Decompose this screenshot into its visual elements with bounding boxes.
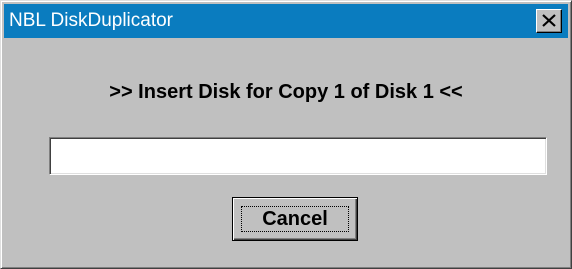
cancel-button[interactable]: Cancel <box>232 197 358 241</box>
copy-progress-bar <box>49 137 547 175</box>
close-icon <box>542 14 556 27</box>
insert-disk-prompt: >> Insert Disk for Copy 1 of Disk 1 << <box>109 81 463 103</box>
window-title: NBL DiskDuplicator <box>9 10 174 31</box>
cancel-button-label: Cancel <box>241 206 349 232</box>
close-button[interactable] <box>536 9 562 33</box>
dialog-window: NBL DiskDuplicator >> Insert Disk for Co… <box>0 0 572 269</box>
title-bar[interactable]: NBL DiskDuplicator <box>4 4 568 38</box>
